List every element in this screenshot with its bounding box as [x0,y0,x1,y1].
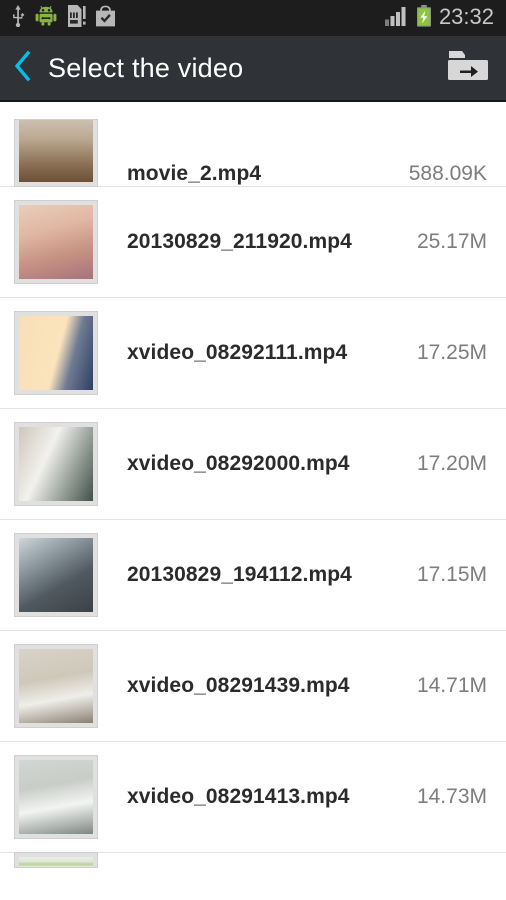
video-thumbnail [15,312,97,394]
file-name: movie_2.mp4 [127,162,262,185]
file-name: xvideo_08292111.mp4 [127,341,348,364]
file-size: 25.17M [416,230,487,253]
video-thumbnail-wrap [15,120,97,186]
file-size: 17.25M [416,341,487,364]
file-name: 20130829_211920.mp4 [127,230,352,253]
video-thumbnail [15,201,97,283]
usb-icon [10,4,26,32]
phone-screen: 23:32 Select the video movie_2.mp4 588.0… [0,0,506,900]
chevron-left-icon [13,50,33,87]
file-size: 17.15M [416,563,487,586]
video-thumbnail [15,423,97,505]
file-size: 588.09K [408,162,487,185]
video-thumbnail-wrap [15,756,97,838]
status-notification-icons [10,4,385,32]
video-thumbnail-wrap [15,853,97,867]
video-file-list[interactable]: movie_2.mp4 588.09K 20130829_211920.mp4 … [0,102,506,900]
status-system-icons: 23:32 [384,4,494,32]
sd-card-icon [66,4,86,32]
battery-charging-icon [416,4,432,32]
status-clock: 23:32 [438,4,494,29]
android-debug-icon [35,5,57,31]
signal-bars-icon [384,6,409,31]
video-thumbnail [15,534,97,616]
video-thumbnail-wrap [15,201,97,283]
video-thumbnail [15,120,97,186]
file-name: xvideo_08291439.mp4 [127,674,350,697]
video-thumbnail [15,853,97,867]
file-name: 20130829_194112.mp4 [127,563,352,586]
action-bar: Select the video [0,36,506,102]
play-store-icon [95,5,116,32]
video-thumbnail-wrap [15,423,97,505]
back-button[interactable] [0,36,46,100]
file-name: xvideo_08292000.mp4 [127,452,350,475]
video-thumbnail [15,645,97,727]
list-item[interactable]: 20130829_194112.mp4 17.15M [0,520,506,631]
file-name: xvideo_08291413.mp4 [127,785,350,808]
list-item[interactable] [0,853,506,875]
list-item[interactable]: movie_2.mp4 588.09K [0,102,506,187]
video-thumbnail [15,756,97,838]
status-bar: 23:32 [0,0,506,36]
list-item[interactable]: 20130829_211920.mp4 25.17M [0,187,506,298]
change-folder-button[interactable] [436,36,500,100]
list-item[interactable]: xvideo_08291413.mp4 14.73M [0,742,506,853]
file-size: 17.20M [416,452,487,475]
list-item[interactable]: xvideo_08291439.mp4 14.71M [0,631,506,742]
file-size: 14.71M [416,674,487,697]
page-title: Select the video [48,52,244,83]
list-item[interactable]: xvideo_08292111.mp4 17.25M [0,298,506,409]
video-thumbnail-wrap [15,645,97,727]
file-size: 14.73M [416,785,487,808]
video-thumbnail-wrap [15,312,97,394]
folder-forward-icon [444,46,492,91]
video-thumbnail-wrap [15,534,97,616]
list-item[interactable]: xvideo_08292000.mp4 17.20M [0,409,506,520]
